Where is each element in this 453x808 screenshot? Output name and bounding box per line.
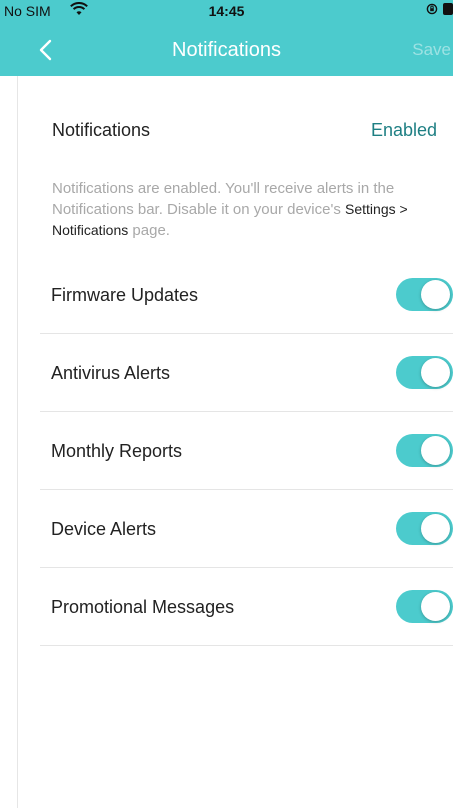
status-icons <box>426 3 453 15</box>
notifications-status: Enabled <box>370 120 437 140</box>
antivirus-alerts-toggle[interactable] <box>396 356 453 389</box>
toggle-knob <box>421 592 450 621</box>
toggle-knob <box>421 436 450 465</box>
notifications-label: Notifications <box>52 120 151 140</box>
clock: 14:45 <box>208 3 245 19</box>
orientation-lock-icon <box>426 3 438 15</box>
setting-row-antivirus-alerts: Antivirus Alerts <box>40 334 453 412</box>
status-bar: No SIM 14:45 <box>0 0 453 22</box>
monthly-reports-toggle[interactable] <box>396 434 453 467</box>
notification-settings-list: Firmware Updates Antivirus Alerts Monthl… <box>40 256 453 646</box>
setting-label: Antivirus Alerts <box>51 363 171 383</box>
promotional-messages-toggle[interactable] <box>396 590 453 623</box>
setting-label: Firmware Updates <box>51 285 199 305</box>
page-title: Notifications <box>172 39 281 61</box>
description-text-end: page. <box>128 222 170 239</box>
toggle-knob <box>421 358 450 387</box>
setting-row-firmware-updates: Firmware Updates <box>40 256 453 334</box>
battery-icon <box>443 3 453 15</box>
setting-label: Monthly Reports <box>51 441 183 461</box>
setting-label: Device Alerts <box>51 519 157 539</box>
device-alerts-toggle[interactable] <box>396 512 453 545</box>
description-text: Notifications are enabled. You'll receiv… <box>52 180 395 218</box>
left-divider <box>17 76 18 808</box>
notifications-status-row: Notifications Enabled <box>52 120 437 144</box>
toggle-knob <box>421 514 450 543</box>
firmware-updates-toggle[interactable] <box>396 278 453 311</box>
setting-row-monthly-reports: Monthly Reports <box>40 412 453 490</box>
setting-label: Promotional Messages <box>51 597 235 617</box>
notifications-description: Notifications are enabled. You'll receiv… <box>52 178 447 241</box>
setting-row-promotional-messages: Promotional Messages <box>40 568 453 646</box>
nav-bar: Notifications Save <box>0 24 453 76</box>
setting-row-device-alerts: Device Alerts <box>40 490 453 568</box>
save-button[interactable]: Save <box>412 40 451 60</box>
toggle-knob <box>421 280 450 309</box>
header: No SIM 14:45 Notifications Save <box>0 0 453 76</box>
